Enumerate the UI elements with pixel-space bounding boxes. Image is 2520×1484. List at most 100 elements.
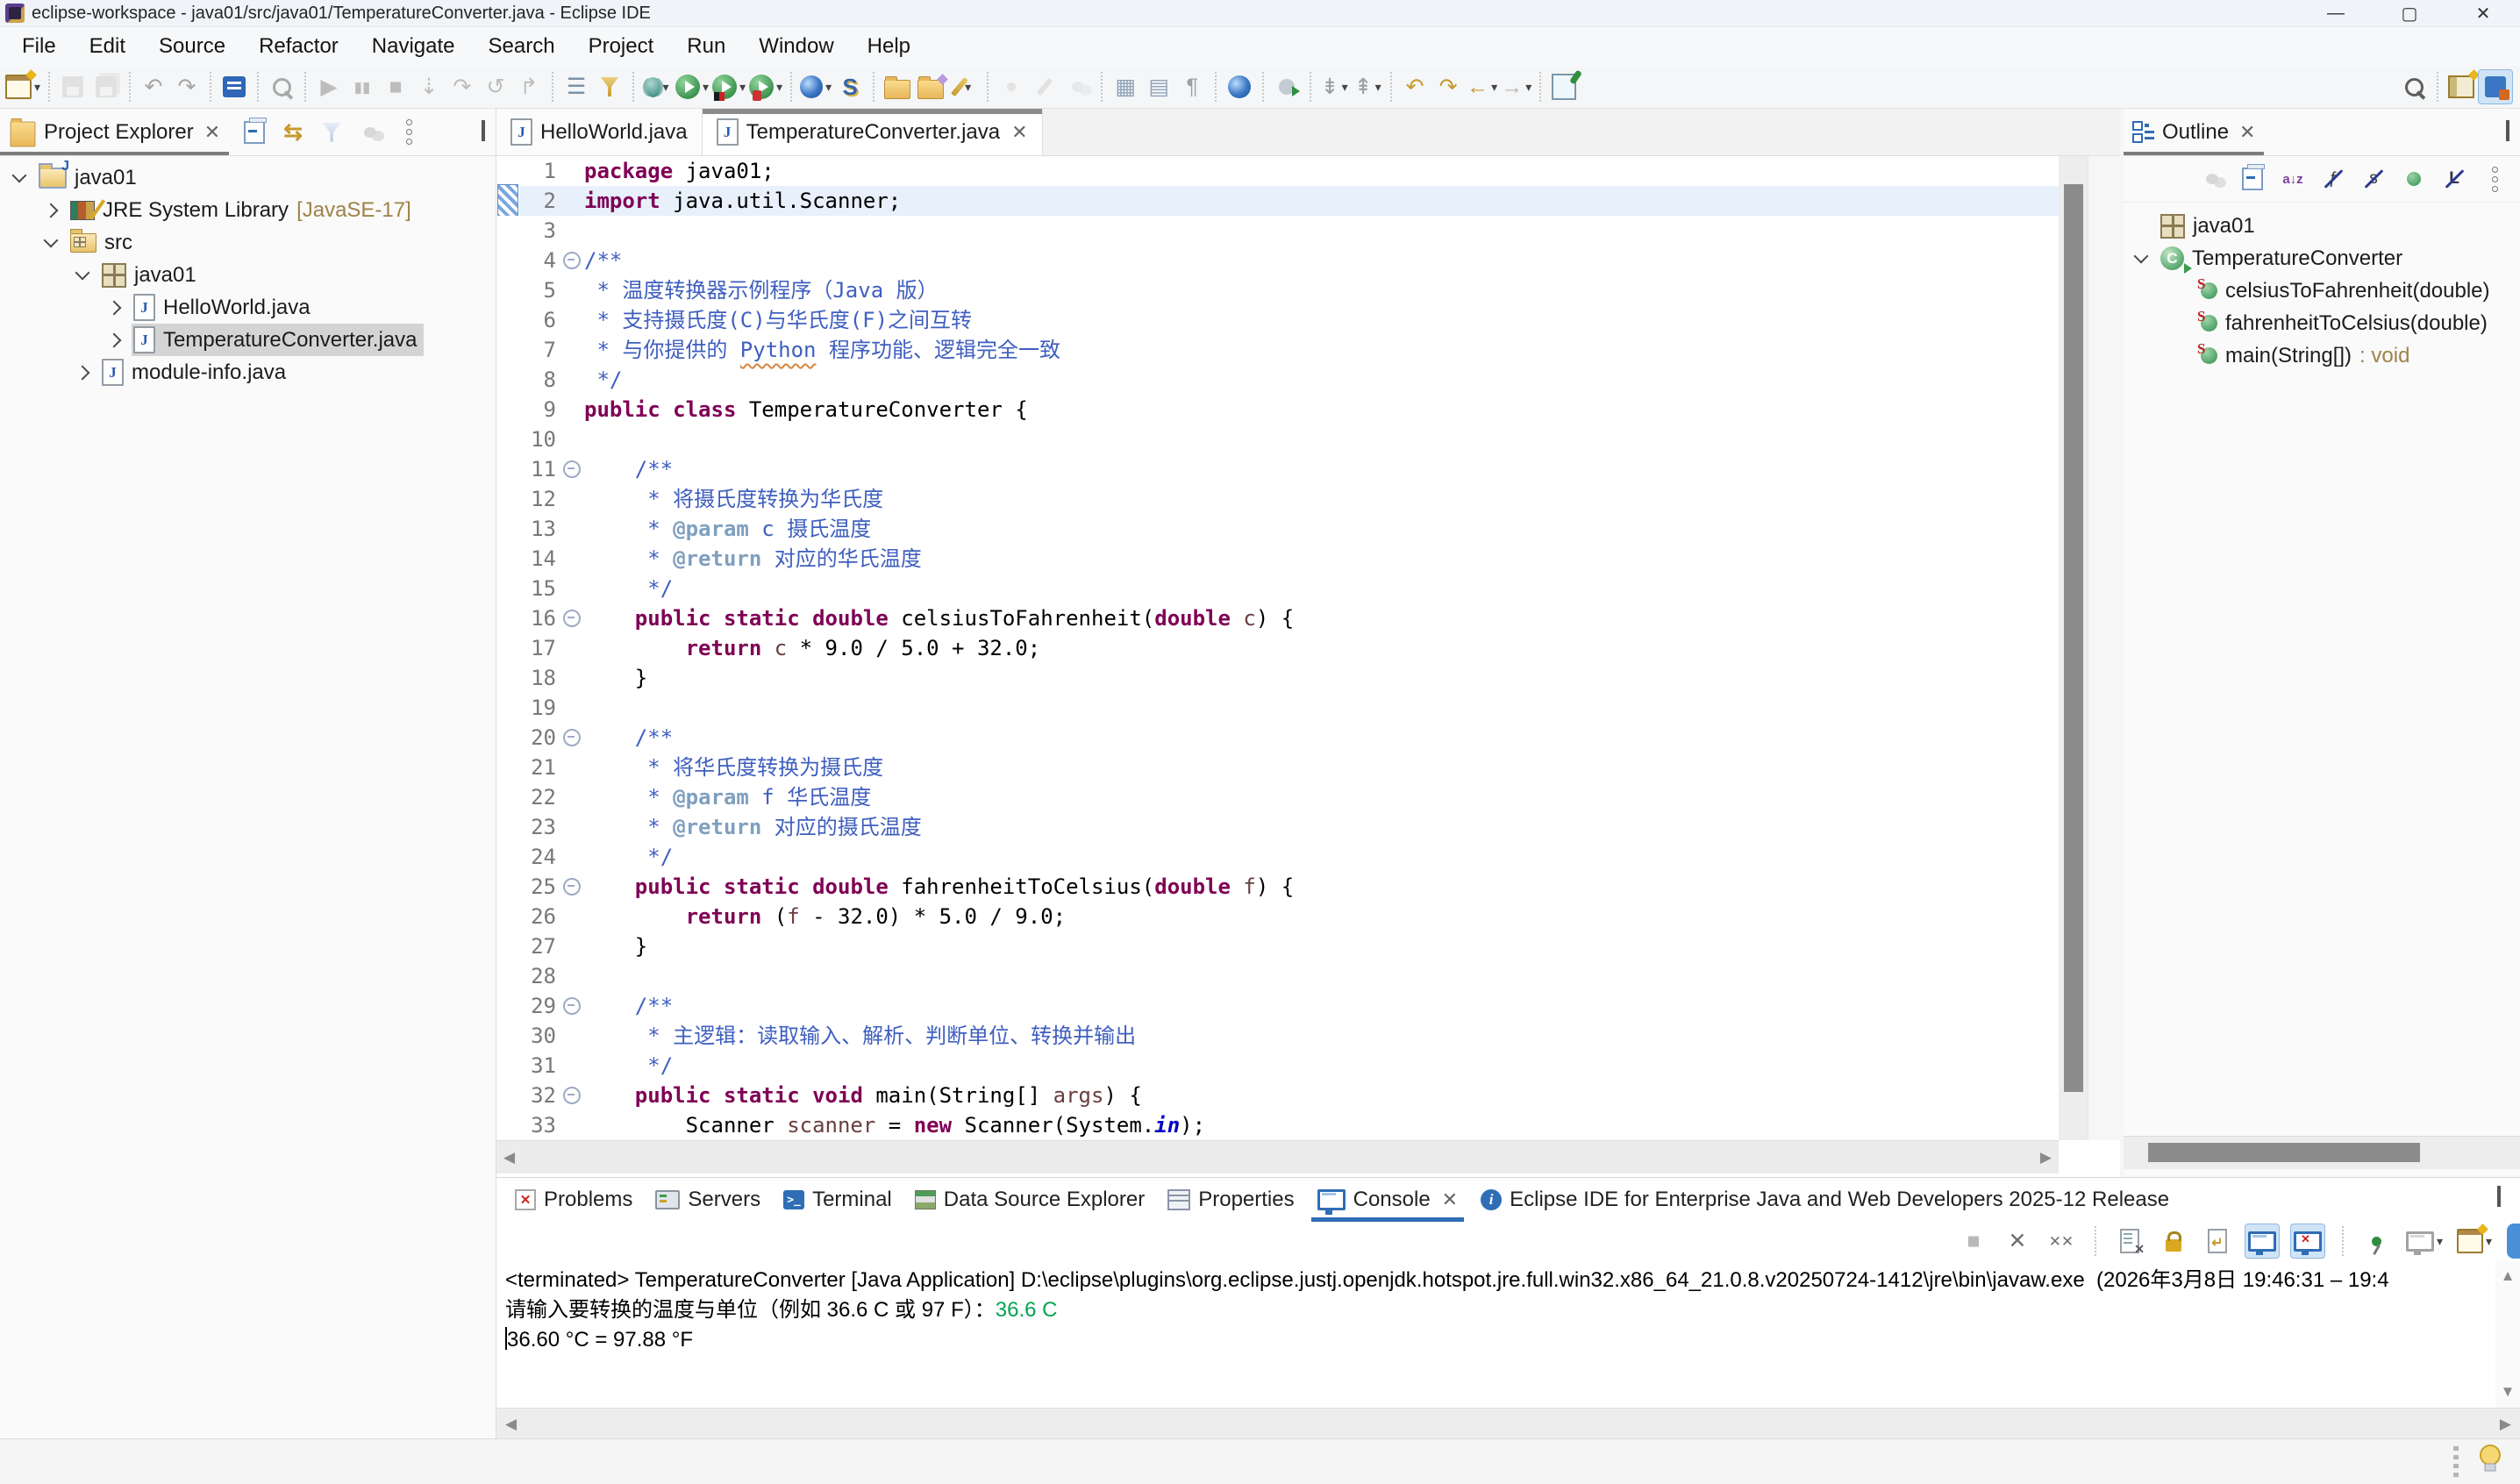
- code-line-14[interactable]: 14 * @return 对应的华氏温度: [496, 544, 2059, 574]
- close-icon[interactable]: ✕: [1442, 1188, 1458, 1211]
- fold-collapse-icon[interactable]: [563, 460, 581, 478]
- sort-icon[interactable]: a↓z: [2280, 166, 2306, 192]
- code-text[interactable]: [584, 216, 2059, 246]
- save-button[interactable]: [56, 70, 89, 103]
- show-on-stderr-button[interactable]: [2290, 1224, 2325, 1259]
- console-horizontal-scrollbar[interactable]: ◀ ▶: [496, 1408, 2520, 1439]
- code-text[interactable]: import java.util.Scanner;: [584, 186, 2059, 216]
- external-tools-button[interactable]: ▾: [947, 70, 981, 103]
- tree-item-src[interactable]: src: [0, 226, 496, 259]
- code-text[interactable]: /**: [584, 991, 2059, 1021]
- maximize-view-icon[interactable]: [2497, 1190, 2501, 1206]
- tab-problems[interactable]: ✕Problems: [503, 1178, 644, 1222]
- code-text[interactable]: [584, 425, 2059, 454]
- code-text[interactable]: */: [584, 842, 2059, 872]
- tree-item-module-info-java[interactable]: module-info.java: [0, 356, 496, 389]
- fold-collapse-icon[interactable]: [563, 610, 581, 627]
- step-into-button[interactable]: ⇣: [412, 70, 446, 103]
- console-output[interactable]: <terminated> TemperatureConverter [Java …: [496, 1260, 2495, 1408]
- fold-collapse-icon[interactable]: [563, 997, 581, 1015]
- code-text[interactable]: public static void main(String[] args) {: [584, 1081, 2059, 1110]
- terminate-button[interactable]: ■: [379, 70, 412, 103]
- code-text[interactable]: return c * 9.0 / 5.0 + 32.0;: [584, 633, 2059, 663]
- link-with-editor-button[interactable]: [1547, 70, 1581, 103]
- notifications-bulb-icon[interactable]: [2476, 1444, 2504, 1480]
- collapse-all-icon[interactable]: [2239, 166, 2266, 192]
- expander-icon[interactable]: [75, 365, 90, 380]
- scroll-lock-button[interactable]: [2157, 1224, 2190, 1258]
- menu-item-source[interactable]: Source: [142, 34, 242, 59]
- remove-all-launches-button[interactable]: ✕✕: [2045, 1224, 2078, 1258]
- menu-item-refactor[interactable]: Refactor: [242, 34, 355, 59]
- view-menu-icon[interactable]: [396, 119, 422, 146]
- code-text[interactable]: package java01;: [584, 156, 2059, 186]
- expander-icon[interactable]: [107, 300, 122, 315]
- dropdown-arrow-icon[interactable]: ▾: [2437, 1234, 2443, 1249]
- maximize-view-icon[interactable]: [482, 125, 485, 140]
- tab-project-explorer[interactable]: Project Explorer ✕: [0, 109, 229, 155]
- fold-collapse-icon[interactable]: [563, 1087, 581, 1104]
- fold-collapse-icon[interactable]: [563, 878, 581, 895]
- open-perspective-button[interactable]: [2445, 70, 2478, 103]
- maximize-view-icon[interactable]: [2506, 125, 2509, 140]
- code-text[interactable]: * 主逻辑：读取输入、解析、判断单位、转换并输出: [584, 1021, 2059, 1051]
- code-text[interactable]: [584, 693, 2059, 723]
- collapse-all-icon[interactable]: [241, 119, 268, 146]
- code-line-10[interactable]: 10: [496, 425, 2059, 454]
- forward-button[interactable]: →▾: [1499, 70, 1533, 103]
- open-type-button[interactable]: [218, 70, 251, 103]
- code-text[interactable]: * @return 对应的摄氏温度: [584, 812, 2059, 842]
- dropdown-arrow-icon[interactable]: ▾: [663, 80, 669, 95]
- code-text[interactable]: [584, 961, 2059, 991]
- code-line-12[interactable]: 12 * 将摄氏度转换为华氏度: [496, 484, 2059, 514]
- terminate-console-button[interactable]: ■: [1957, 1224, 1990, 1258]
- tab-servers[interactable]: Servers: [644, 1178, 772, 1222]
- outline-horizontal-scrollbar[interactable]: [2124, 1136, 2520, 1169]
- code-line-32[interactable]: 32 public static void main(String[] args…: [496, 1081, 2059, 1110]
- menu-item-window[interactable]: Window: [742, 34, 850, 59]
- filter-icon[interactable]: [318, 119, 345, 146]
- show-on-stdout-button[interactable]: [2245, 1224, 2280, 1259]
- open-task-button[interactable]: [995, 70, 1028, 103]
- dropdown-arrow-icon[interactable]: ▾: [703, 80, 709, 95]
- editor-horizontal-scrollbar[interactable]: ◀ ▶: [496, 1140, 2059, 1174]
- skip-all-breakpoints-button[interactable]: [593, 70, 626, 103]
- save-all-button[interactable]: [89, 70, 123, 103]
- new-wizard-button[interactable]: ▾: [4, 70, 42, 103]
- import-button[interactable]: [881, 70, 914, 103]
- fold-collapse-icon[interactable]: [563, 252, 581, 269]
- minimize-button[interactable]: —: [2299, 0, 2373, 26]
- word-wrap-button[interactable]: ↵: [2201, 1224, 2234, 1258]
- code-text[interactable]: Scanner scanner = new Scanner(System.in)…: [584, 1110, 2059, 1140]
- menu-item-search[interactable]: Search: [472, 34, 572, 59]
- tab-data[interactable]: Data Source Explorer: [903, 1178, 1156, 1222]
- tree-item-temperatureconverter-java[interactable]: TemperatureConverter.java: [0, 324, 496, 356]
- scroll-right-icon[interactable]: ▶: [2040, 1149, 2052, 1167]
- code-line-18[interactable]: 18 }: [496, 663, 2059, 693]
- code-line-31[interactable]: 31 */: [496, 1051, 2059, 1081]
- search-button[interactable]: [2397, 70, 2431, 103]
- next-edit-location-button[interactable]: ↷: [1431, 70, 1465, 103]
- tree-item-helloworld-java[interactable]: HelloWorld.java: [0, 291, 496, 324]
- expander-icon[interactable]: [107, 332, 122, 347]
- next-annotation-button[interactable]: ⇟▾: [1317, 70, 1351, 103]
- code-text[interactable]: }: [584, 931, 2059, 961]
- code-line-9[interactable]: 9public class TemperatureConverter {: [496, 395, 2059, 425]
- open-web-browser-button[interactable]: [1223, 70, 1256, 103]
- show-whitespace-button[interactable]: ¶: [1175, 70, 1209, 103]
- menu-item-help[interactable]: Help: [851, 34, 927, 59]
- maximize-button[interactable]: ▢: [2373, 0, 2446, 26]
- code-line-22[interactable]: 22 * @param f 华氏温度: [496, 782, 2059, 812]
- tree-item-java01[interactable]: java01: [0, 259, 496, 291]
- code-text[interactable]: public static double fahrenheitToCelsius…: [584, 872, 2059, 902]
- code-text[interactable]: * @return 对应的华氏温度: [584, 544, 2059, 574]
- expander-icon[interactable]: [44, 203, 59, 218]
- code-line-4[interactable]: 4/**: [496, 246, 2059, 275]
- hide-local-types-icon[interactable]: L: [2441, 166, 2467, 192]
- drop-to-frame-button[interactable]: ↱: [512, 70, 546, 103]
- outline-item-temperatureconverter[interactable]: TemperatureConverter: [2124, 242, 2520, 275]
- tree-item-jre-system-library[interactable]: JRE System Library [JavaSE-17]: [0, 194, 496, 226]
- table-view-button[interactable]: ▤: [1142, 70, 1175, 103]
- code-text[interactable]: * 与你提供的 Python 程序功能、逻辑完全一致: [584, 335, 2059, 365]
- code-line-30[interactable]: 30 * 主逻辑：读取输入、解析、判断单位、转换并输出: [496, 1021, 2059, 1051]
